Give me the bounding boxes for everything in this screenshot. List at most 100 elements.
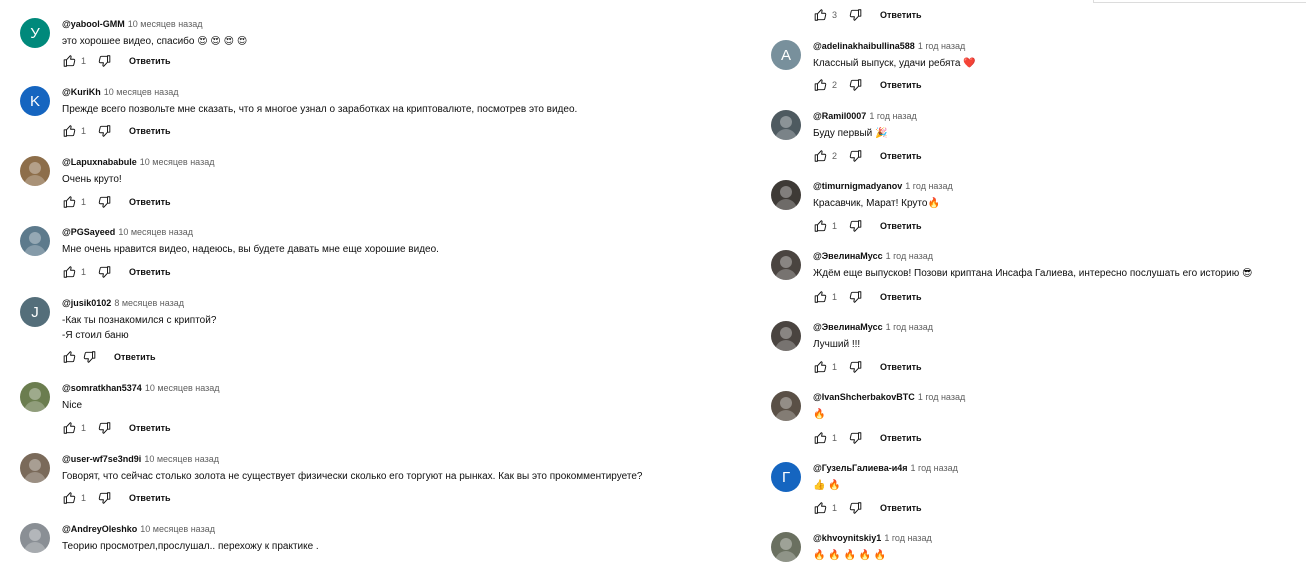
comment-author[interactable]: @Lapuxnababule — [62, 157, 137, 167]
reply-button[interactable]: Ответить — [129, 197, 171, 207]
comment-time[interactable]: 10 месяцев назад — [104, 87, 179, 97]
dislike-icon[interactable] — [96, 124, 111, 139]
dislike-icon[interactable] — [96, 265, 111, 280]
comment-author[interactable]: @somratkhan5374 — [62, 383, 142, 393]
avatar[interactable] — [771, 250, 801, 280]
comment-time[interactable]: 8 месяцев назад — [114, 298, 184, 308]
comment-actions: 1 Ответить — [62, 420, 171, 436]
comment-author[interactable]: @ГузельГалиева-и4я — [813, 463, 907, 473]
reply-button[interactable]: Ответить — [114, 352, 156, 362]
comment-time[interactable]: 10 месяцев назад — [140, 157, 215, 167]
avatar[interactable] — [20, 226, 50, 256]
reply-button[interactable]: Ответить — [880, 151, 922, 161]
avatar[interactable] — [771, 180, 801, 210]
like-icon[interactable] — [813, 219, 828, 234]
like-icon[interactable] — [62, 195, 77, 210]
dislike-icon[interactable] — [81, 350, 96, 365]
comment-text: Мне очень нравится видео, надеюсь, вы бу… — [62, 244, 439, 255]
avatar[interactable]: A — [771, 40, 801, 70]
comment-author[interactable]: @timurnigmadyanov — [813, 181, 902, 191]
like-icon[interactable] — [813, 501, 828, 516]
reply-button[interactable]: Ответить — [880, 221, 922, 231]
avatar[interactable] — [771, 321, 801, 351]
comment-author[interactable]: @khvoynitskiy1 — [813, 533, 881, 543]
like-icon[interactable] — [813, 8, 828, 23]
reply-button[interactable]: Ответить — [129, 56, 171, 66]
avatar[interactable] — [771, 110, 801, 140]
reply-button[interactable]: Ответить — [880, 80, 922, 90]
dislike-icon[interactable] — [847, 290, 862, 305]
comment-author[interactable]: @ЭвелинаМусс — [813, 251, 883, 261]
avatar[interactable] — [20, 523, 50, 553]
comment-time[interactable]: 1 год назад — [886, 322, 933, 332]
dislike-icon[interactable] — [847, 78, 862, 93]
dislike-icon[interactable] — [96, 491, 111, 506]
reply-button[interactable]: Ответить — [129, 267, 171, 277]
like-icon[interactable] — [62, 124, 77, 139]
dislike-icon[interactable] — [847, 149, 862, 164]
like-icon[interactable] — [813, 290, 828, 305]
comment-time[interactable]: 10 месяцев назад — [140, 524, 215, 534]
like-count: 1 — [832, 221, 838, 231]
comment-author[interactable]: @PGSayeed — [62, 227, 115, 237]
comment-actions: 1 Ответить — [62, 490, 171, 506]
like-icon[interactable] — [62, 265, 77, 280]
comment-time[interactable]: 1 год назад — [918, 41, 965, 51]
dislike-icon[interactable] — [847, 431, 862, 446]
like-icon[interactable] — [62, 54, 77, 69]
comment-time[interactable]: 1 год назад — [884, 533, 931, 543]
comment-time[interactable]: 1 год назад — [905, 181, 952, 191]
avatar[interactable] — [20, 156, 50, 186]
comment-author[interactable]: @adelinakhaibullina588 — [813, 41, 915, 51]
like-icon[interactable] — [62, 350, 77, 365]
like-count: 1 — [832, 292, 838, 302]
dislike-icon[interactable] — [96, 421, 111, 436]
comment-author[interactable]: @ЭвелинаМусс — [813, 322, 883, 332]
like-icon[interactable] — [813, 78, 828, 93]
comment-time[interactable]: 10 месяцев назад — [144, 454, 219, 464]
like-icon[interactable] — [813, 149, 828, 164]
avatar[interactable] — [20, 453, 50, 483]
comment-text: 🔥 🔥 🔥 🔥 🔥 — [813, 550, 887, 561]
comment-time[interactable]: 1 год назад — [886, 251, 933, 261]
comment-time[interactable]: 10 месяцев назад — [145, 383, 220, 393]
reply-button[interactable]: Ответить — [880, 433, 922, 443]
dislike-icon[interactable] — [847, 219, 862, 234]
comment-author[interactable]: @yabool-GMM — [62, 19, 125, 29]
comment-author[interactable]: @KuriKh — [62, 87, 101, 97]
comment-time[interactable]: 10 месяцев назад — [128, 19, 203, 29]
dislike-icon[interactable] — [847, 360, 862, 375]
reply-button[interactable]: Ответить — [129, 126, 171, 136]
comment-author[interactable]: @IvanShcherbakovBTC — [813, 392, 915, 402]
like-icon[interactable] — [813, 431, 828, 446]
comment-author[interactable]: @Ramil0007 — [813, 111, 866, 121]
avatar[interactable] — [771, 532, 801, 562]
like-icon[interactable] — [813, 360, 828, 375]
reply-button[interactable]: Ответить — [880, 10, 922, 20]
comment-time[interactable]: 1 год назад — [918, 392, 965, 402]
reply-button[interactable]: Ответить — [129, 493, 171, 503]
avatar[interactable]: J — [20, 297, 50, 327]
comment-time[interactable]: 1 год назад — [910, 463, 957, 473]
comment-time[interactable]: 10 месяцев назад — [118, 227, 193, 237]
avatar[interactable]: K — [20, 86, 50, 116]
comment-author[interactable]: @user-wf7se3nd9i — [62, 454, 141, 464]
dislike-icon[interactable] — [96, 195, 111, 210]
avatar[interactable] — [20, 382, 50, 412]
reply-button[interactable]: Ответить — [880, 362, 922, 372]
avatar[interactable]: Г — [771, 462, 801, 492]
comment-time[interactable]: 1 год назад — [869, 111, 916, 121]
reply-button[interactable]: Ответить — [880, 292, 922, 302]
avatar[interactable] — [771, 391, 801, 421]
like-icon[interactable] — [62, 491, 77, 506]
dislike-icon[interactable] — [847, 501, 862, 516]
comment-author[interactable]: @jusik0102 — [62, 298, 111, 308]
like-icon[interactable] — [62, 421, 77, 436]
reply-button[interactable]: Ответить — [129, 423, 171, 433]
dislike-icon[interactable] — [96, 54, 111, 69]
avatar[interactable]: У — [20, 18, 50, 48]
reply-button[interactable]: Ответить — [880, 503, 922, 513]
comment-text: Говорят, что сейчас столько золота не су… — [62, 471, 643, 482]
dislike-icon[interactable] — [847, 8, 862, 23]
comment-author[interactable]: @AndreyOleshko — [62, 524, 137, 534]
